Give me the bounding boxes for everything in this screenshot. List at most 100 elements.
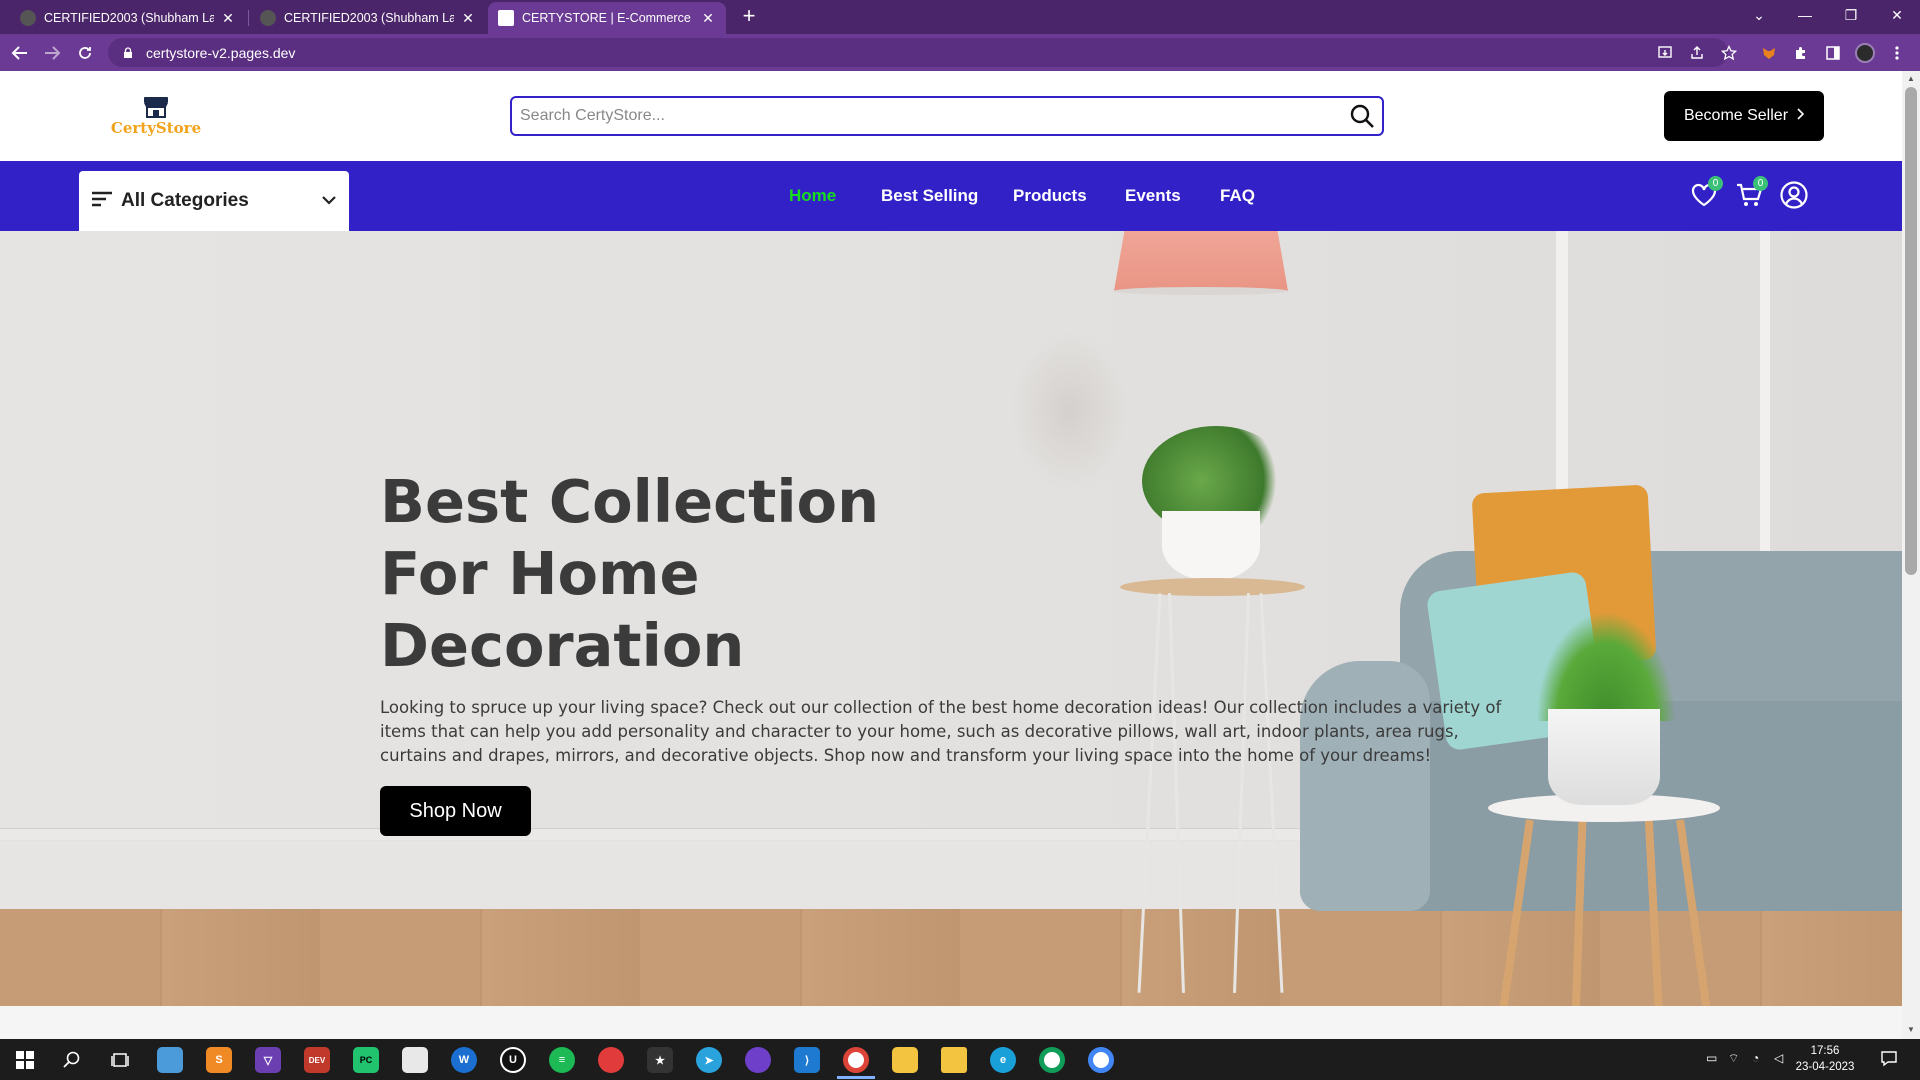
nav-link-products[interactable]: Products bbox=[1013, 186, 1087, 206]
nav-link-events[interactable]: Events bbox=[1125, 186, 1181, 206]
volume-icon[interactable]: ◁ bbox=[1774, 1051, 1783, 1065]
dev-cpp-icon[interactable]: DEV bbox=[304, 1047, 330, 1073]
telegram-icon[interactable]: ➤ bbox=[696, 1047, 722, 1073]
main-navbar: All Categories Home Best Selling Product… bbox=[0, 161, 1902, 231]
video-editor-icon[interactable]: ★ bbox=[647, 1047, 673, 1073]
restore-icon[interactable]: ❐ bbox=[1828, 0, 1874, 30]
side-panel-icon[interactable] bbox=[1822, 42, 1844, 64]
github-icon[interactable] bbox=[745, 1047, 771, 1073]
chrome-profile-icon[interactable] bbox=[1088, 1047, 1114, 1073]
tab-title: CERTIFIED2003 (Shubham Lal) bbox=[44, 11, 214, 25]
profile-favicon-icon bbox=[260, 10, 276, 26]
document-app-icon[interactable] bbox=[402, 1047, 428, 1073]
unreal-engine-icon[interactable]: U bbox=[500, 1047, 526, 1073]
puzzle-app-icon[interactable] bbox=[941, 1047, 967, 1073]
become-seller-button[interactable]: Become Seller bbox=[1664, 91, 1824, 141]
site-header: CertyStore Become Seller bbox=[0, 71, 1902, 161]
hero-description: Looking to spruce up your living space? … bbox=[380, 698, 1502, 765]
url-text: certystore-v2.pages.dev bbox=[146, 44, 296, 61]
search-icon[interactable] bbox=[59, 1047, 85, 1073]
user-circle-icon bbox=[1780, 181, 1808, 209]
browser-tab[interactable]: CERTIFIED2003 (Shubham Lal) ✕ bbox=[10, 2, 246, 34]
metamask-extension-icon[interactable] bbox=[1758, 42, 1780, 64]
profile-favicon-icon bbox=[20, 10, 36, 26]
nav-links: Home Best Selling Products Events FAQ bbox=[0, 161, 1902, 231]
scroll-thumb[interactable] bbox=[1905, 87, 1917, 575]
windows-start-icon[interactable] bbox=[12, 1047, 38, 1073]
pycharm-icon[interactable]: PC bbox=[353, 1047, 379, 1073]
bookmark-star-icon[interactable] bbox=[1718, 42, 1740, 64]
close-tab-icon[interactable]: ✕ bbox=[460, 10, 476, 27]
tab-title: CERTYSTORE | E-Commerce Site bbox=[522, 11, 694, 25]
tab-title: CERTIFIED2003 (Shubham Lal) bbox=[284, 11, 454, 25]
logo-text: CertyStore bbox=[110, 119, 202, 137]
marble-pot-image bbox=[1548, 709, 1660, 805]
folder-icon[interactable] bbox=[892, 1047, 918, 1073]
become-seller-label: Become Seller bbox=[1683, 107, 1789, 124]
clock-date: 23-04-2023 bbox=[1795, 1061, 1855, 1073]
new-tab-icon[interactable]: + bbox=[738, 5, 760, 28]
nav-link-best-selling[interactable]: Best Selling bbox=[881, 186, 978, 206]
browser-menu-icon[interactable] bbox=[1886, 42, 1908, 64]
store-logo-icon bbox=[144, 97, 168, 118]
hero-title: Best Collection For Home Decoration bbox=[380, 467, 880, 680]
network-icon[interactable]: ⌔ bbox=[1728, 1051, 1739, 1066]
hero-content: Best Collection For Home Decoration Look… bbox=[380, 466, 1540, 836]
file-explorer-app-icon[interactable] bbox=[157, 1047, 183, 1073]
search-input[interactable] bbox=[512, 98, 1342, 134]
notification-icon[interactable] bbox=[1880, 1049, 1898, 1070]
lamp-rim bbox=[1114, 287, 1288, 295]
app-w-icon[interactable]: W bbox=[451, 1047, 477, 1073]
extensions-puzzle-icon[interactable] bbox=[1790, 42, 1812, 64]
close-window-icon[interactable]: ✕ bbox=[1874, 0, 1920, 30]
profile-avatar-icon[interactable] bbox=[1854, 42, 1876, 64]
page-below-fold bbox=[0, 1006, 1902, 1039]
hero-banner: Best Collection For Home Decoration Look… bbox=[0, 231, 1902, 1006]
tab-divider bbox=[248, 10, 249, 26]
task-view-icon[interactable] bbox=[107, 1047, 133, 1073]
tab-search-icon[interactable]: ⌄ bbox=[1736, 0, 1782, 30]
spotify-icon[interactable]: ≡ bbox=[549, 1047, 575, 1073]
chrome-icon[interactable] bbox=[1039, 1047, 1065, 1073]
share-icon[interactable] bbox=[1686, 42, 1708, 64]
wishlist-button[interactable]: 0 bbox=[1688, 176, 1723, 211]
back-icon[interactable] bbox=[8, 41, 32, 65]
app-red-icon[interactable] bbox=[598, 1047, 624, 1073]
browser-toolbar: certystore-v2.pages.dev bbox=[0, 34, 1920, 71]
cart-button[interactable]: 0 bbox=[1733, 176, 1768, 211]
nav-link-home[interactable]: Home bbox=[789, 186, 836, 206]
site-logo[interactable]: CertyStore bbox=[104, 95, 208, 141]
forward-icon[interactable] bbox=[40, 41, 64, 65]
visual-studio-icon[interactable]: ▽ bbox=[255, 1047, 281, 1073]
taskbar-clock[interactable]: 17:56 23-04-2023 bbox=[1790, 1043, 1860, 1075]
active-app-indicator bbox=[837, 1076, 875, 1079]
close-tab-icon[interactable]: ✕ bbox=[700, 10, 716, 27]
search-icon[interactable] bbox=[1342, 103, 1382, 129]
account-button[interactable] bbox=[1778, 179, 1810, 211]
chevron-right-icon bbox=[1796, 107, 1805, 125]
hero-wood-floor bbox=[0, 909, 1902, 1006]
battery-icon[interactable]: ▭ bbox=[1706, 1051, 1717, 1065]
vscode-icon[interactable]: ⟩ bbox=[794, 1047, 820, 1073]
page-scrollbar[interactable]: ▲ ▼ bbox=[1902, 71, 1920, 1039]
scroll-up-icon[interactable]: ▲ bbox=[1906, 74, 1916, 84]
grass-plant-image bbox=[1536, 611, 1676, 721]
shop-now-button[interactable]: Shop Now bbox=[380, 786, 531, 836]
close-tab-icon[interactable]: ✕ bbox=[220, 10, 236, 27]
chrome-active-icon[interactable] bbox=[843, 1047, 869, 1073]
browser-tab-active[interactable]: CERTYSTORE | E-Commerce Site ✕ bbox=[488, 2, 726, 34]
wifi-icon[interactable]: ◔ bbox=[1752, 1051, 1759, 1065]
scroll-down-icon[interactable]: ▼ bbox=[1906, 1025, 1916, 1035]
browser-tab-bar: CERTIFIED2003 (Shubham Lal) ✕ CERTIFIED2… bbox=[0, 0, 1920, 34]
install-app-icon[interactable] bbox=[1654, 42, 1676, 64]
edge-icon[interactable]: e bbox=[990, 1047, 1016, 1073]
browser-tab[interactable]: CERTIFIED2003 (Shubham Lal) ✕ bbox=[250, 2, 486, 34]
nav-link-faq[interactable]: FAQ bbox=[1220, 186, 1255, 206]
address-bar[interactable]: certystore-v2.pages.dev bbox=[108, 38, 1728, 67]
reload-icon[interactable] bbox=[73, 41, 97, 65]
site-favicon-icon bbox=[498, 10, 514, 26]
minimize-icon[interactable]: — bbox=[1782, 0, 1828, 30]
lock-icon bbox=[124, 46, 132, 58]
wishlist-count-badge: 0 bbox=[1708, 176, 1723, 191]
sublime-text-icon[interactable]: S bbox=[206, 1047, 232, 1073]
